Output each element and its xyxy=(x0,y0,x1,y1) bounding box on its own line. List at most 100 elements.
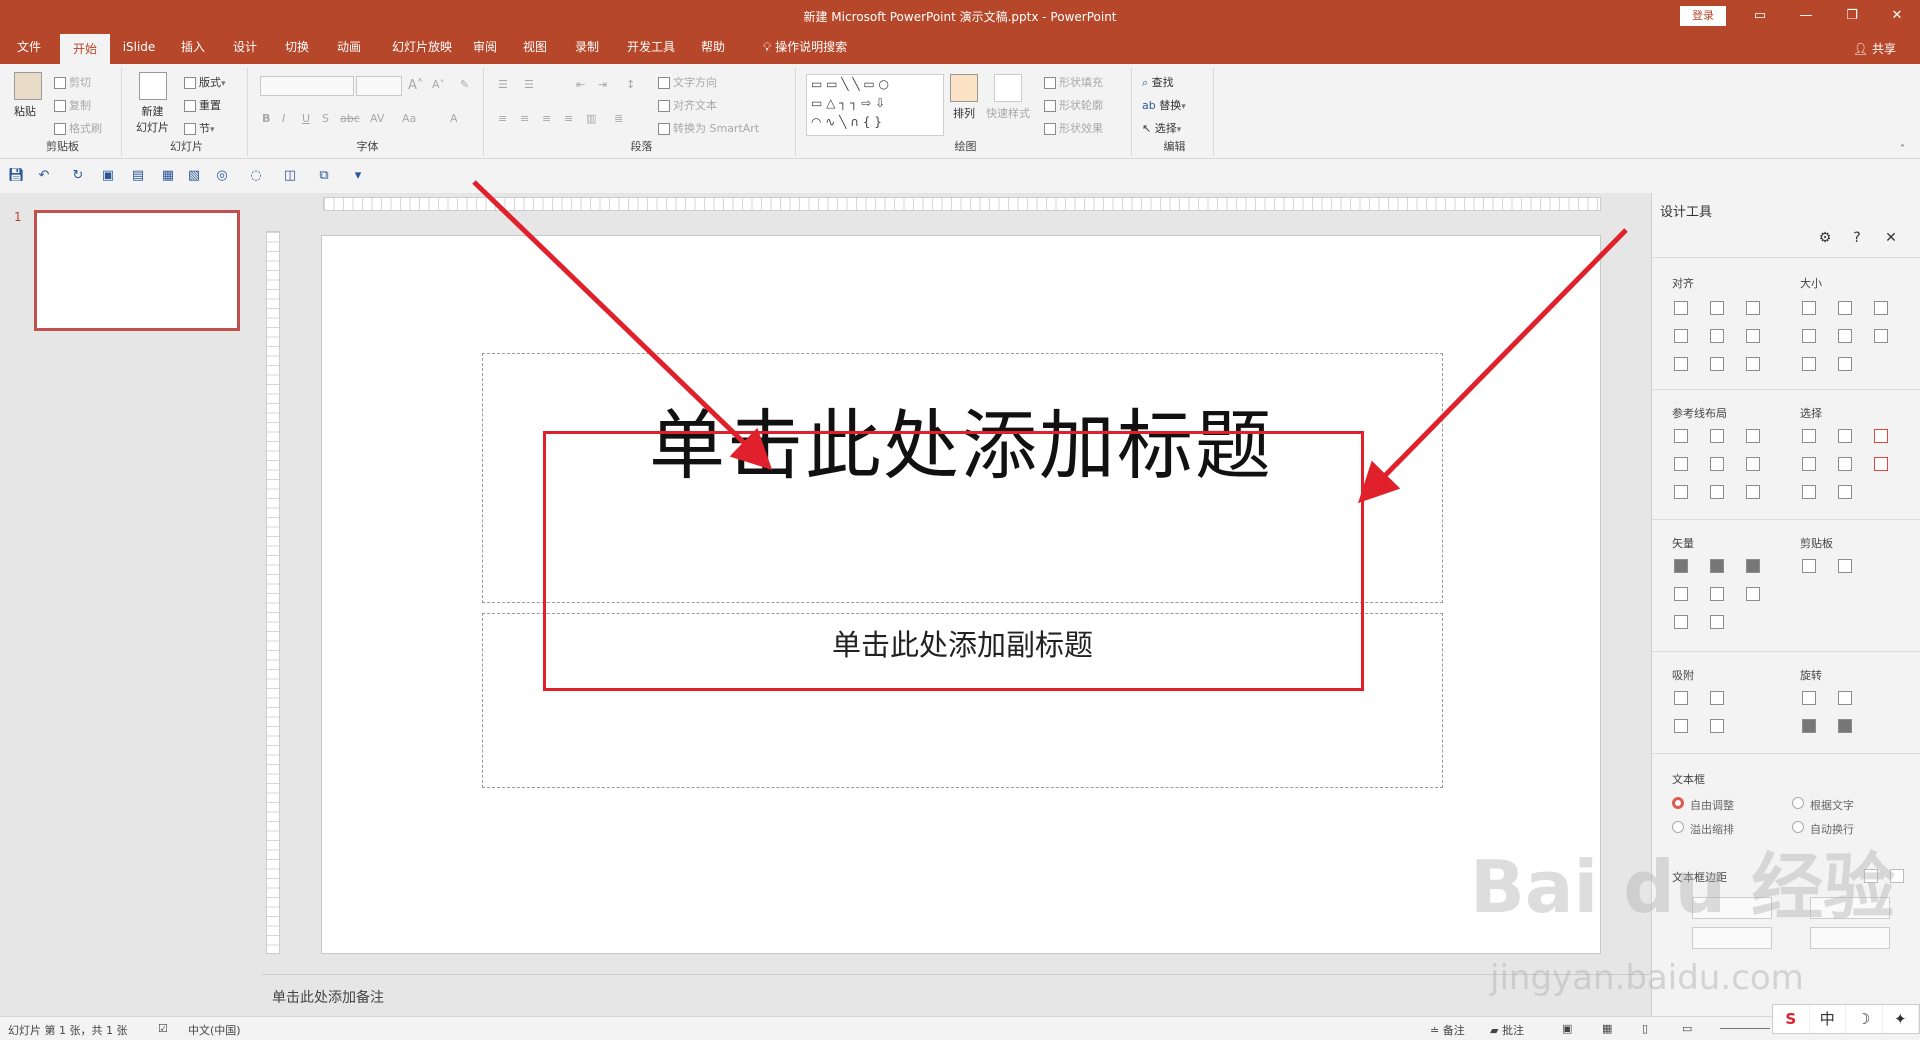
select-button[interactable]: ↖ 选择▾ xyxy=(1142,120,1189,136)
guide-width-icon[interactable] xyxy=(1674,485,1688,499)
intersect-icon[interactable] xyxy=(1674,587,1688,601)
snap-bottom-icon[interactable] xyxy=(1710,719,1724,733)
maximize-icon[interactable]: ❐ xyxy=(1829,0,1875,32)
increase-indent-icon[interactable]: ⇥ xyxy=(598,78,607,91)
bullets-icon[interactable]: ☰ xyxy=(498,78,508,91)
shape-effects-button[interactable]: 形状效果 xyxy=(1044,120,1103,136)
tab-review[interactable]: 审阅 xyxy=(462,32,508,64)
auto-fit-radio[interactable] xyxy=(1672,797,1684,809)
horizontal-ruler[interactable] xyxy=(323,197,1601,211)
italic-icon[interactable]: I xyxy=(282,112,285,125)
shapes-icon[interactable]: ◎ xyxy=(214,168,230,184)
login-button[interactable]: 登录 xyxy=(1680,6,1726,26)
align-text-button[interactable]: 对齐文本 xyxy=(658,97,717,113)
reset-button[interactable]: 重置 xyxy=(184,97,221,113)
rotate-right-icon[interactable] xyxy=(1838,691,1852,705)
distribute-grid-tool-icon[interactable] xyxy=(1746,357,1760,371)
align-left-icon[interactable]: ≡ xyxy=(498,112,507,125)
tab-insert[interactable]: 插入 xyxy=(170,32,216,64)
edit-points-icon[interactable] xyxy=(1746,587,1760,601)
select-invert-icon[interactable] xyxy=(1838,485,1852,499)
tell-me-search[interactable]: 💡︎ 操作说明搜索 xyxy=(750,32,860,64)
slideshow-view-icon[interactable]: ▭ xyxy=(1682,1022,1692,1035)
guide-frame-icon[interactable] xyxy=(1746,485,1760,499)
tab-islide[interactable]: iSlide xyxy=(114,32,164,64)
tab-help[interactable]: 帮助 xyxy=(688,32,738,64)
snap-top-icon[interactable] xyxy=(1674,719,1688,733)
font-name-select[interactable] xyxy=(260,76,354,96)
select-pane-icon[interactable] xyxy=(1874,429,1888,443)
align-middle-tool-icon[interactable] xyxy=(1710,329,1724,343)
fragment-icon[interactable] xyxy=(1746,559,1760,573)
select-pointer-icon[interactable] xyxy=(1874,457,1888,471)
share-button[interactable]: 👤︎ 共享 xyxy=(1853,40,1896,57)
align-center-icon[interactable]: ≡ xyxy=(520,112,529,125)
paste-format-icon[interactable] xyxy=(1838,559,1852,573)
new-slide-button[interactable]: 新建 幻灯片 xyxy=(136,72,169,135)
select-row-icon[interactable] xyxy=(1838,457,1852,471)
font-color-icon[interactable]: A xyxy=(450,112,458,125)
section-button[interactable]: 节▾ xyxy=(184,120,222,136)
help-icon[interactable]: ? xyxy=(1848,229,1866,247)
redo-icon[interactable]: ↻ xyxy=(70,168,86,184)
select-top-icon[interactable] xyxy=(1802,457,1816,471)
format-painter-button[interactable]: 格式刷 xyxy=(54,120,102,136)
stretch-top-icon[interactable] xyxy=(1802,357,1816,371)
shape-fill-button[interactable]: 形状填充 xyxy=(1044,74,1103,90)
flip-vertical-icon[interactable] xyxy=(1838,719,1852,733)
tab-developer[interactable]: 开发工具 xyxy=(616,32,686,64)
select-similar-icon[interactable] xyxy=(1802,429,1816,443)
char-spacing-icon[interactable]: AV xyxy=(370,112,384,125)
same-width-icon[interactable] xyxy=(1802,301,1816,315)
slide-thumbnail[interactable] xyxy=(34,210,240,331)
find-button[interactable]: ⌕ 查找 xyxy=(1142,74,1174,90)
select-same-size-icon[interactable] xyxy=(1838,429,1852,443)
format-icon[interactable]: ◌ xyxy=(248,168,264,184)
grow-font-icon[interactable]: A˄ xyxy=(408,78,423,93)
moon-icon[interactable]: ☽ xyxy=(1846,1005,1883,1033)
subtract-icon[interactable] xyxy=(1710,587,1724,601)
slide[interactable]: 单击此处添加副标题 单击此处添加标题 xyxy=(321,235,1601,954)
settings-icon[interactable]: ⚙ xyxy=(1816,229,1834,247)
select-bottom-icon[interactable] xyxy=(1802,485,1816,499)
guide-left-icon[interactable] xyxy=(1674,429,1688,443)
present-icon[interactable]: ▣ xyxy=(100,168,116,184)
snap-right-icon[interactable] xyxy=(1710,691,1724,705)
zoom-slider[interactable] xyxy=(1720,1028,1770,1029)
tab-transitions[interactable]: 切换 xyxy=(274,32,320,64)
slide-icon[interactable]: ▤ xyxy=(130,168,146,184)
cut-button[interactable]: 剪切 xyxy=(54,74,91,90)
text-direction-button[interactable]: 文字方向 xyxy=(658,74,717,90)
paste-button[interactable]: 粘贴 xyxy=(14,72,42,119)
notes-toggle[interactable]: ≐ 备注 xyxy=(1430,1022,1465,1038)
stretch-right-icon[interactable] xyxy=(1838,329,1852,343)
stretch-both-icon[interactable] xyxy=(1874,329,1888,343)
distribute-v-tool-icon[interactable] xyxy=(1710,357,1724,371)
layout-button[interactable]: 版式▾ xyxy=(184,74,233,90)
slide-sorter-icon[interactable]: ▦ xyxy=(1602,1022,1612,1035)
same-size-icon[interactable] xyxy=(1874,301,1888,315)
minimize-icon[interactable]: — xyxy=(1783,0,1829,32)
guide-top-icon[interactable] xyxy=(1674,457,1688,471)
union-icon[interactable] xyxy=(1674,559,1688,573)
tab-record[interactable]: 录制 xyxy=(564,32,610,64)
stretch-bottom-icon[interactable] xyxy=(1838,357,1852,371)
strikethrough-icon[interactable]: abc xyxy=(340,112,360,125)
clear-format-icon[interactable]: ✎ xyxy=(460,78,469,91)
shape-link-icon[interactable] xyxy=(1710,615,1724,629)
ime-mode-chinese[interactable]: 中 xyxy=(1810,1005,1846,1033)
text-to-shape-icon[interactable] xyxy=(1674,615,1688,629)
tab-animations[interactable]: 动画 xyxy=(326,32,372,64)
ribbon-display-icon[interactable]: ▭ xyxy=(1737,0,1783,32)
flip-horizontal-icon[interactable] xyxy=(1802,719,1816,733)
combine-icon[interactable] xyxy=(1710,559,1724,573)
replace-button[interactable]: ab 替换▾ xyxy=(1142,97,1193,113)
comments-toggle[interactable]: ▰ 批注 xyxy=(1490,1022,1524,1038)
notes-pane[interactable]: 单击此处添加备注 xyxy=(262,974,1651,1016)
collapse-ribbon-icon[interactable]: ˄ xyxy=(1900,144,1905,155)
align-right-icon[interactable]: ≡ xyxy=(542,112,551,125)
same-height-icon[interactable] xyxy=(1838,301,1852,315)
table-icon[interactable]: ▦ xyxy=(160,168,176,184)
language-indicator[interactable]: 中文(中国) xyxy=(188,1022,241,1038)
copy-format-icon[interactable] xyxy=(1802,559,1816,573)
